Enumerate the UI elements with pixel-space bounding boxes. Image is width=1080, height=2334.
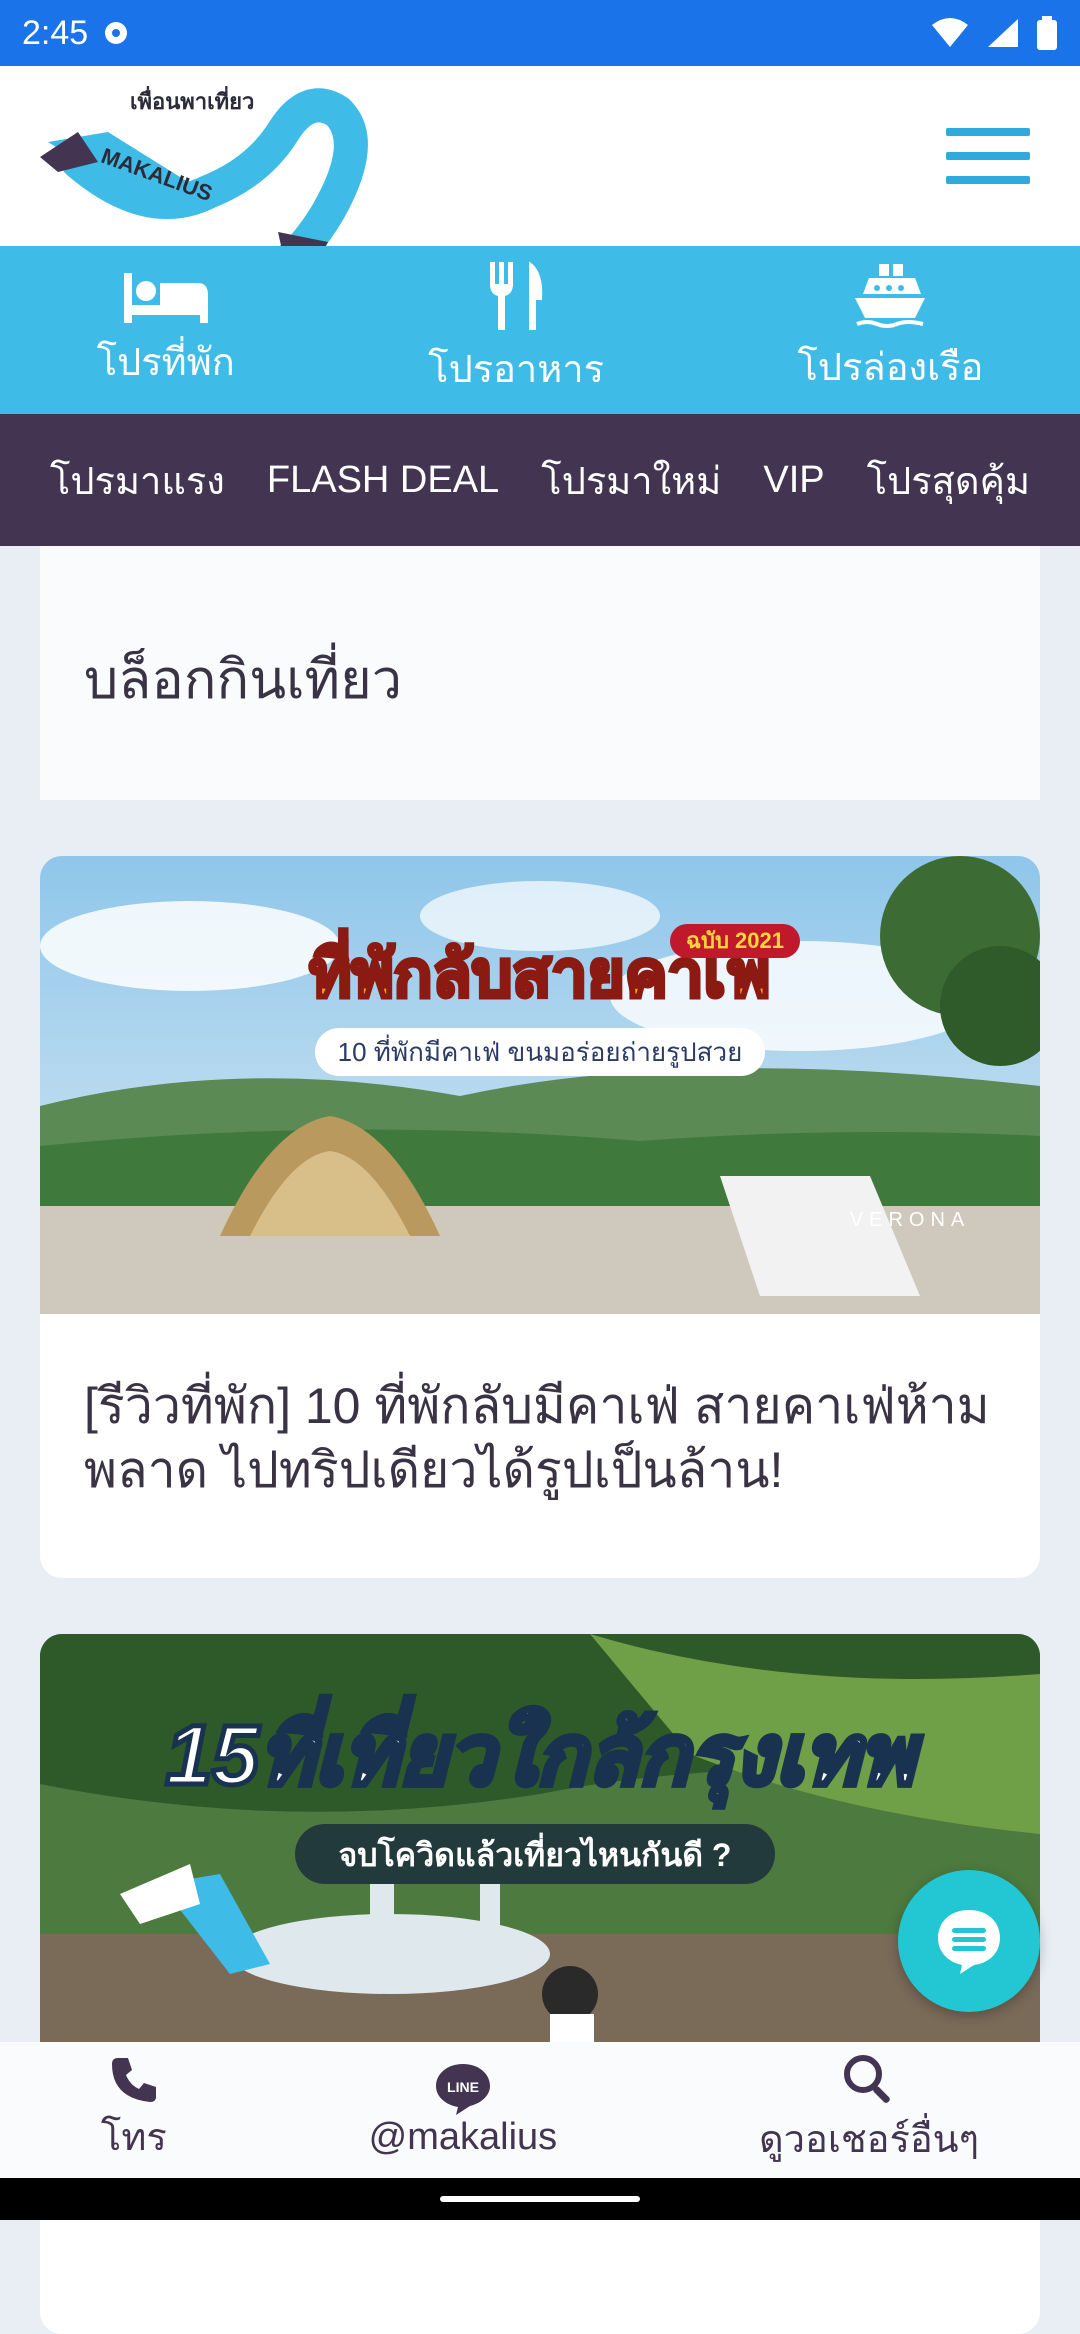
- signal-icon: [988, 19, 1018, 47]
- wifi-icon: [932, 18, 968, 47]
- more-vouchers-label: ดูวอเชอร์อื่นๆ: [759, 2118, 980, 2161]
- article-banner-image[interactable]: ที่พักลับสายคาเฟ่ 10 ที่พักมีคาเฟ่ ขนมอร…: [40, 856, 1040, 1314]
- clock: 2:45: [22, 13, 89, 52]
- year-badge: ฉบับ 2021: [686, 928, 784, 953]
- menu-button[interactable]: [946, 128, 1030, 184]
- banner-title: 15ที่เที่ยวใกล้กรุงเทพ: [165, 1696, 922, 1808]
- deal-tab-flash[interactable]: FLASH DEAL: [267, 459, 499, 502]
- deal-tab-value[interactable]: โปรสุดคุ้ม: [867, 450, 1030, 511]
- blog-header-card: บล็อกกินเที่ยว: [40, 546, 1040, 800]
- notification-icon: [105, 22, 128, 44]
- home-gesture-pill[interactable]: [440, 2196, 640, 2202]
- line-label: @makalius: [368, 2115, 558, 2158]
- logo-tagline: เพื่อนพาเที่ยว: [130, 89, 255, 114]
- menu-icon-bar: [946, 152, 1030, 160]
- phone-icon: [111, 2057, 156, 2102]
- call-button[interactable]: โทร: [101, 2054, 167, 2167]
- bed-icon: [123, 272, 208, 323]
- category-label: โปรที่พัก: [96, 341, 235, 384]
- category-hotel[interactable]: โปรที่พัก: [97, 269, 235, 392]
- banner-subtitle: 10 ที่พักมีคาเฟ่ ขนมอร่อยถ่ายรูปสวย: [338, 1034, 743, 1068]
- call-label: โทร: [100, 2116, 167, 2159]
- category-label: โปรล่องเรือ: [797, 346, 984, 389]
- chat-button[interactable]: [898, 1870, 1040, 2012]
- deal-tab-vip[interactable]: VIP: [763, 459, 824, 502]
- more-vouchers-button[interactable]: ดูวอเชอร์อื่นๆ: [759, 2052, 979, 2169]
- category-bar: โปรที่พัก โปรอาหาร โปรล่องเรือ: [0, 246, 1080, 414]
- site-header: MAKALIUS เพื่อนพาเที่ยว: [0, 66, 1080, 289]
- banner-subtitle: จบโควิดแล้วเที่ยวไหนกันดี ?: [339, 1832, 732, 1873]
- category-food[interactable]: โปรอาหาร: [428, 261, 605, 399]
- menu-icon-bar: [946, 176, 1030, 184]
- article-title[interactable]: [รีวิวที่พัก] 10 ที่พักลับมีคาเฟ่ สายคาเ…: [84, 1374, 1004, 1502]
- system-nav-bar: [0, 2178, 1080, 2220]
- battery-icon: [1037, 16, 1057, 50]
- deal-tab-hot[interactable]: โปรมาแรง: [50, 450, 225, 511]
- category-cruise[interactable]: โปรล่องเรือ: [797, 263, 984, 397]
- article-banner-image[interactable]: 15ที่เที่ยวใกล้กรุงเทพ จบโควิดแล้วเที่ยว…: [40, 1634, 1040, 2054]
- ship-icon: [855, 263, 926, 328]
- verona-sign: VERONA: [850, 1209, 970, 1231]
- chat-icon: [938, 1910, 1000, 1974]
- menu-icon-bar: [946, 128, 1030, 136]
- line-button[interactable]: LINE @makalius: [368, 2062, 558, 2159]
- category-label: โปรอาหาร: [428, 348, 605, 391]
- article-card[interactable]: 15ที่เที่ยวใกล้กรุงเทพ จบโควิดแล้วเที่ยว…: [40, 1634, 1040, 2334]
- line-icon: LINE: [435, 2063, 490, 2115]
- deal-tab-new[interactable]: โปรมาใหม่: [541, 450, 721, 511]
- deals-nav: โปรมาแรง FLASH DEAL โปรมาใหม่ VIP โปรสุด…: [0, 414, 1080, 546]
- status-bar: 2:45: [0, 0, 1080, 66]
- page-title: บล็อกกินเที่ยว: [84, 650, 403, 710]
- search-icon: [844, 2054, 890, 2103]
- utensils-icon: [490, 261, 543, 330]
- bottom-action-bar: โทร LINE @makalius ดูวอเชอร์อื่นๆ: [0, 2042, 1080, 2178]
- svg-text:LINE: LINE: [447, 2079, 479, 2095]
- article-card[interactable]: ที่พักลับสายคาเฟ่ 10 ที่พักมีคาเฟ่ ขนมอร…: [40, 856, 1040, 1578]
